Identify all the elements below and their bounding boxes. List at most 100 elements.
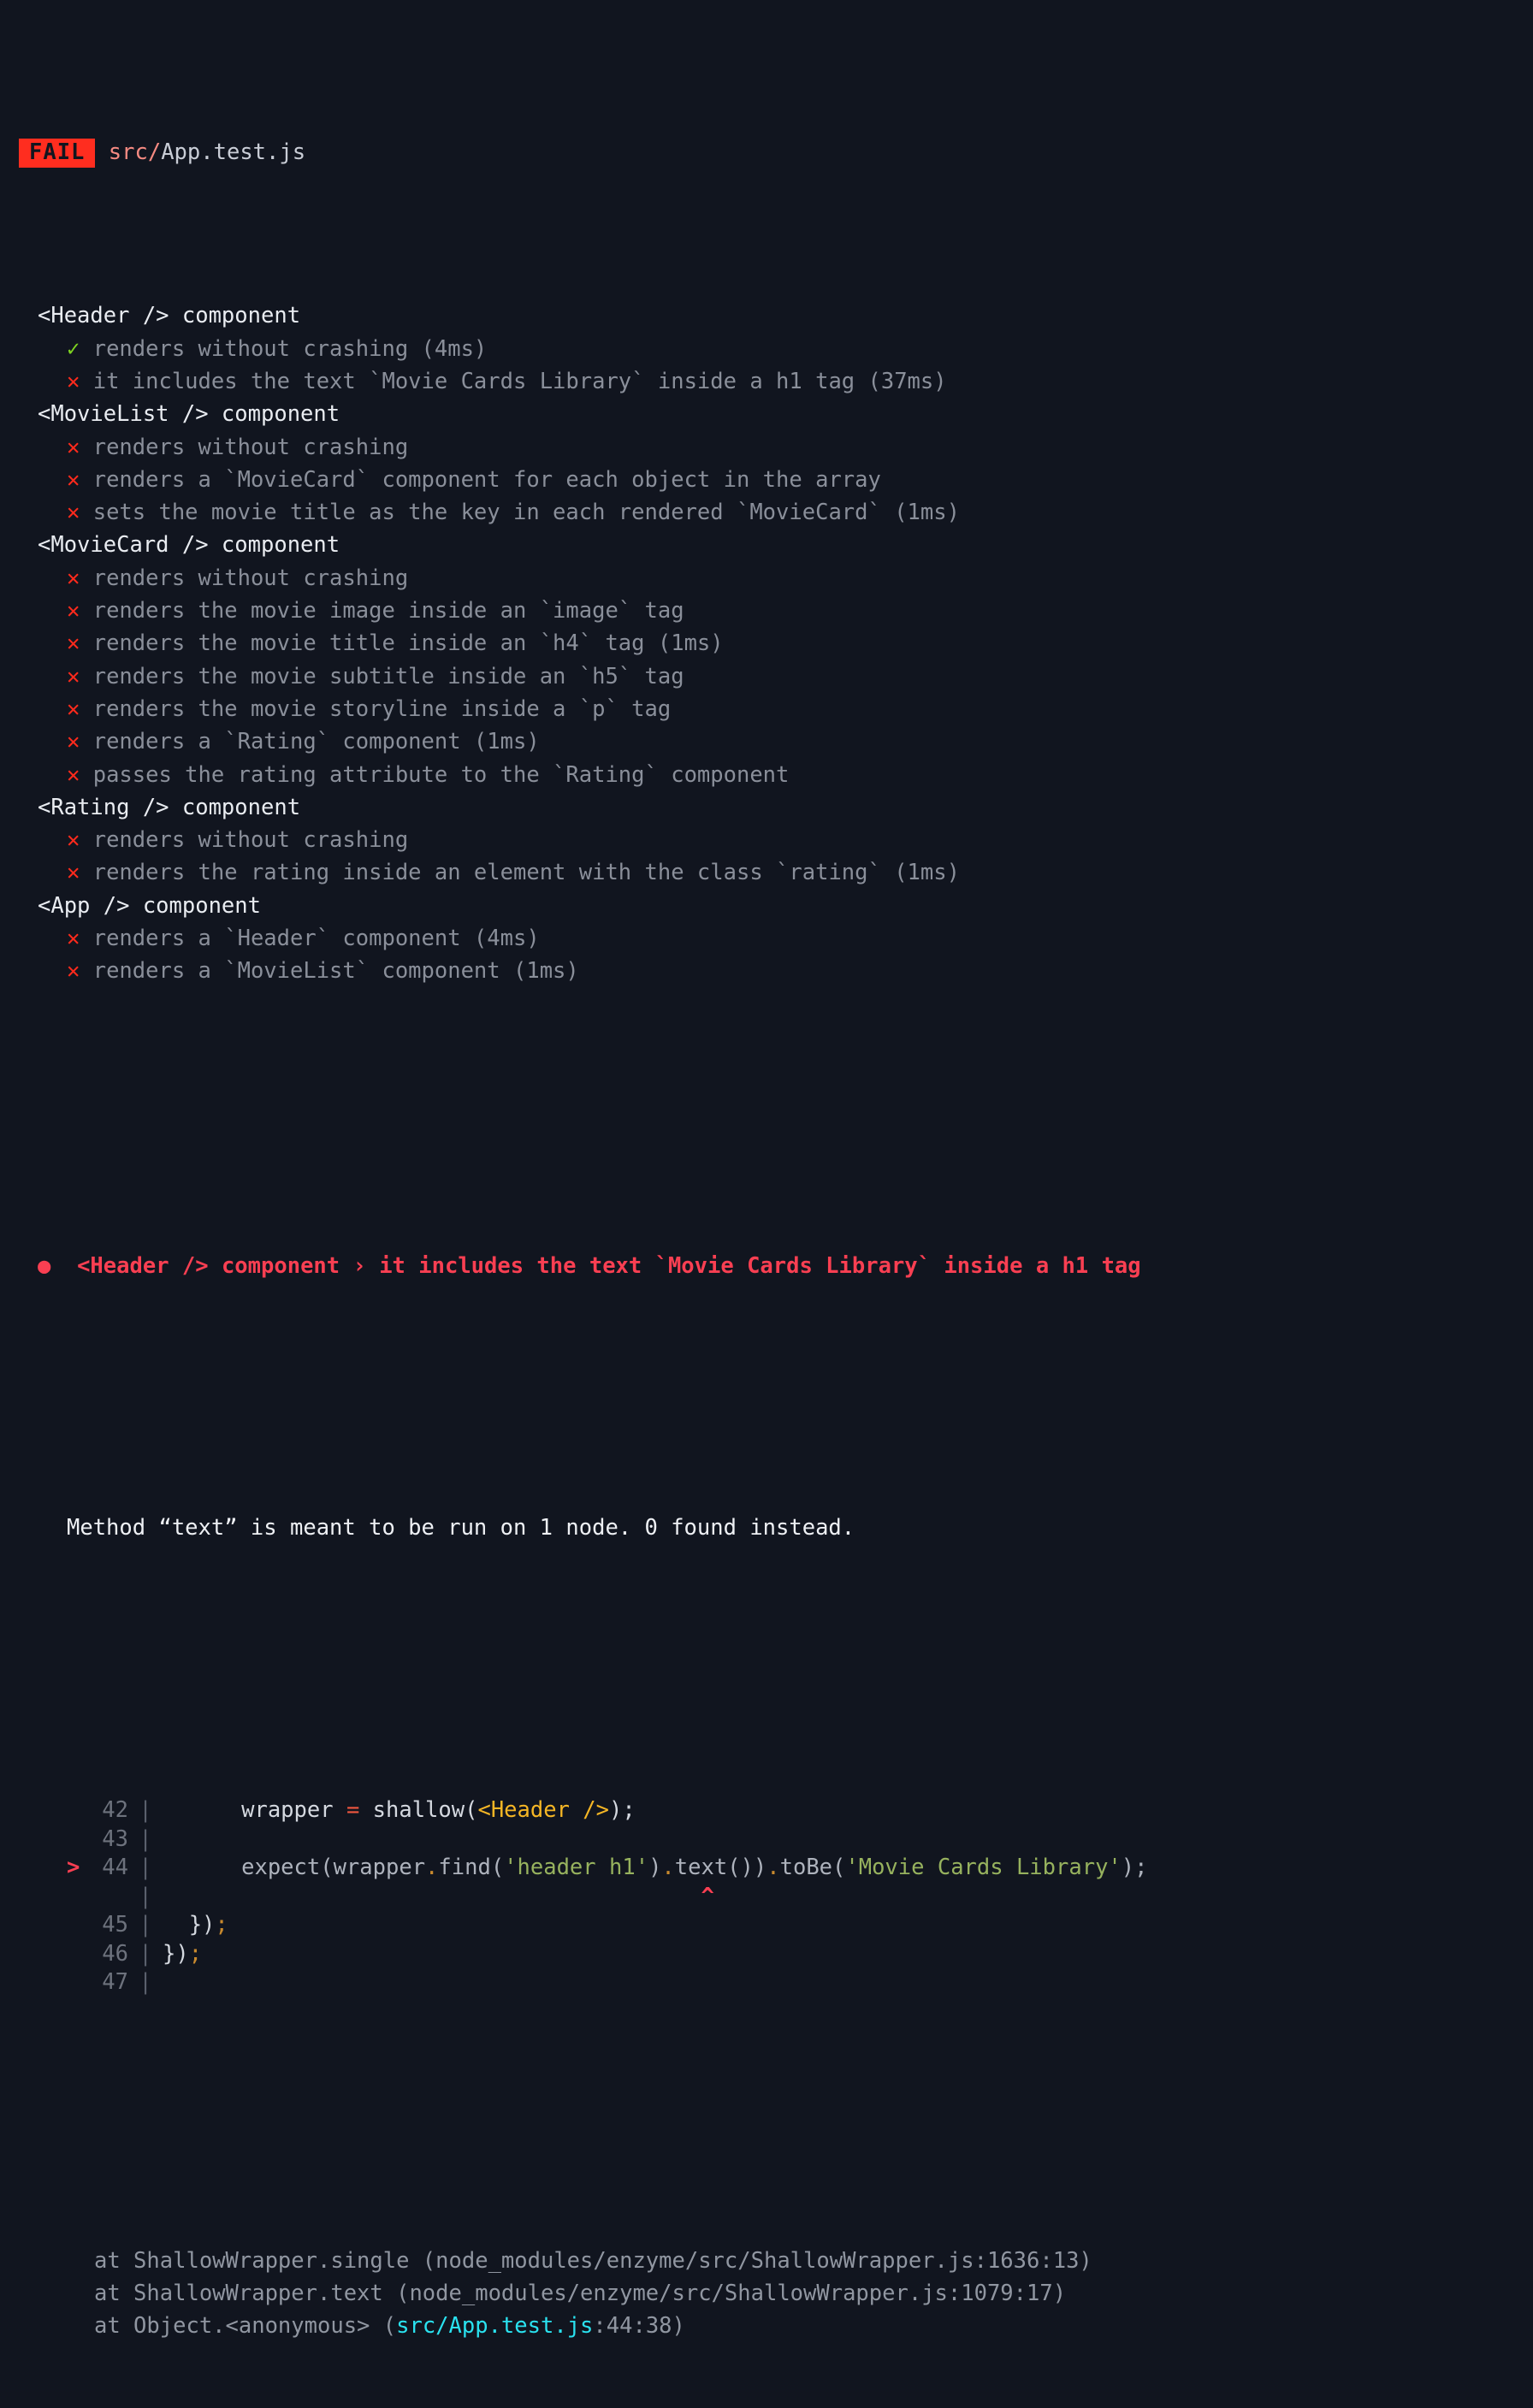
- cross-icon: ✕: [67, 368, 80, 394]
- test-description: renders the movie image inside an `image…: [80, 598, 684, 624]
- cross-icon: ✕: [67, 598, 80, 624]
- code-token: ): [648, 1855, 662, 1881]
- test-result-row: ✕ renders a `Rating` component (1ms): [0, 725, 1533, 758]
- test-description: it includes the text `Movie Cards Librar…: [80, 368, 947, 394]
- test-result-row: ✕ renders the movie subtitle inside an `…: [0, 660, 1533, 693]
- test-suite-name: <MovieCard /> component: [38, 532, 340, 559]
- code-token: ;: [215, 1912, 228, 1938]
- test-description: renders the movie title inside an `h4` t…: [80, 630, 724, 657]
- cross-icon: ✕: [67, 860, 80, 886]
- test-suite-name: <Rating /> component: [38, 794, 301, 820]
- code-token: <Header />: [477, 1797, 609, 1824]
- test-result-row: ✕ renders a `Header` component (4ms): [0, 922, 1533, 955]
- code-token: );: [609, 1797, 636, 1824]
- code-token: 'header h1': [504, 1855, 649, 1881]
- test-result-row: ✕ renders the movie title inside an `h4`…: [0, 627, 1533, 660]
- stack-frame-source-path[interactable]: src/App.test.js: [396, 2313, 593, 2339]
- block-spacer-1: [0, 1086, 1533, 1119]
- test-result-row: ✕ renders without crashing: [0, 824, 1533, 856]
- terminal-output: FAIL src/App.test.js <Header /> componen…: [0, 0, 1533, 2339]
- cross-icon: ✕: [67, 500, 80, 526]
- test-description: renders without crashing: [80, 565, 409, 591]
- test-result-row: ✕ it includes the text `Movie Cards Libr…: [0, 365, 1533, 398]
- block-spacer-4: [0, 2093, 1533, 2114]
- test-description: passes the rating attribute to the `Rati…: [80, 761, 790, 788]
- cross-icon: ✕: [67, 565, 80, 591]
- test-result-row: ✕ renders a `MovieList` component (1ms): [0, 955, 1533, 987]
- code-token: =: [346, 1797, 360, 1824]
- file-path-name: App.test.js: [161, 139, 306, 166]
- test-suite-name: <MovieList /> component: [38, 401, 340, 428]
- test-result-row: ✕ passes the rating attribute to the `Ra…: [0, 759, 1533, 791]
- caret-padding: [163, 1884, 701, 1909]
- block-spacer-3: [0, 1642, 1533, 1663]
- test-result-row: ✕ renders the movie storyline inside a `…: [0, 693, 1533, 725]
- code-line-number: 47: [102, 1969, 128, 1996]
- stack-frame-text: at ShallowWrapper.text (node_modules/enz…: [94, 2281, 1067, 2307]
- error-caret-icon: ^: [701, 1883, 714, 1909]
- check-icon: ✓: [67, 335, 80, 362]
- cross-icon: ✕: [67, 630, 80, 657]
- failure-test-name: it includes the text `Movie Cards Librar…: [379, 1252, 1141, 1279]
- stack-frame-location: :44:38): [593, 2313, 685, 2340]
- test-result-row: ✕ renders the rating inside an element w…: [0, 856, 1533, 889]
- test-description: sets the movie title as the key in each …: [80, 500, 960, 526]
- test-file-header: FAIL src/App.test.js: [0, 136, 1533, 169]
- cross-icon: ✕: [67, 827, 80, 854]
- cross-icon: ✕: [67, 926, 80, 952]
- cross-icon: ✕: [67, 729, 80, 755]
- failure-suite-name: <Header /> component: [77, 1252, 340, 1279]
- gutter-spacer: [67, 1966, 89, 1998]
- stack-trace-line: at ShallowWrapper.text (node_modules/enz…: [0, 2277, 1533, 2310]
- test-description: renders the rating inside an element wit…: [80, 860, 960, 886]
- code-token: .: [766, 1855, 780, 1881]
- code-token: expect(wrapper: [163, 1855, 426, 1881]
- code-token: find(: [438, 1855, 505, 1881]
- code-token: .: [661, 1855, 675, 1881]
- test-description: renders without crashing: [80, 827, 409, 854]
- test-suite-name: <Header /> component: [38, 303, 301, 329]
- code-line: 43 |: [67, 1823, 1533, 1852]
- chevron-icon: ›: [352, 1252, 366, 1279]
- code-token: ;: [188, 1940, 203, 1967]
- failure-title: ● <Header /> component › it includes the…: [0, 1250, 1533, 1282]
- test-description: renders without crashing: [80, 434, 409, 460]
- code-token: toBe(: [779, 1855, 846, 1881]
- code-token: text()): [674, 1855, 767, 1881]
- code-token: }): [163, 1940, 189, 1967]
- test-result-row: ✕ renders the movie image inside an `ima…: [0, 595, 1533, 627]
- test-description: renders the movie subtitle inside an `h5…: [80, 663, 684, 689]
- test-suite-name: <App /> component: [38, 892, 261, 919]
- code-line: 42 | wrapper = shallow(<Header />);: [67, 1794, 1533, 1823]
- cross-icon: ✕: [67, 761, 80, 788]
- code-frame: 42 | wrapper = shallow(<Header />); 43 | >4…: [0, 1794, 1533, 1995]
- test-description: renders a `MovieList` component (1ms): [80, 958, 579, 985]
- test-result-row: ✕ sets the movie title as the key in eac…: [0, 496, 1533, 529]
- code-line: 45 | });: [67, 1908, 1533, 1938]
- code-line-number: 44: [102, 1855, 128, 1881]
- code-token: }): [163, 1912, 216, 1938]
- code-token: 'Movie Cards Library': [845, 1855, 1122, 1881]
- code-token: .: [425, 1855, 439, 1881]
- failure-message: Method “text” is meant to be run on 1 no…: [67, 1514, 855, 1541]
- failure-title-gap: [50, 1253, 77, 1279]
- code-token: );: [1121, 1855, 1148, 1881]
- test-result-row: ✕ renders without crashing: [0, 431, 1533, 464]
- failure-title-sep-space: [340, 1253, 352, 1279]
- test-description: renders the movie storyline inside a `p`…: [80, 695, 672, 722]
- stack-trace-line: at Object.<anonymous> (src/App.test.js:4…: [0, 2310, 1533, 2342]
- stack-frame-text: at Object.<anonymous> (: [94, 2313, 397, 2340]
- cross-icon: ✕: [67, 958, 80, 985]
- test-result-row: ✕ renders without crashing: [0, 562, 1533, 595]
- stack-trace: at ShallowWrapper.single (node_modules/e…: [0, 2245, 1533, 2343]
- block-spacer-2: [0, 1381, 1533, 1413]
- fail-badge: FAIL: [19, 139, 96, 169]
- header-gap: [95, 139, 108, 165]
- cross-icon: ✕: [67, 434, 80, 460]
- cross-icon: ✕: [67, 695, 80, 722]
- test-suite-list: <Header /> component ✓ renders without cr…: [0, 299, 1533, 987]
- failure-title-sep-space-2: [366, 1253, 379, 1279]
- cross-icon: ✕: [67, 466, 80, 493]
- test-description: renders a `Header` component (4ms): [80, 926, 540, 952]
- code-line: 46 |});: [67, 1938, 1533, 1967]
